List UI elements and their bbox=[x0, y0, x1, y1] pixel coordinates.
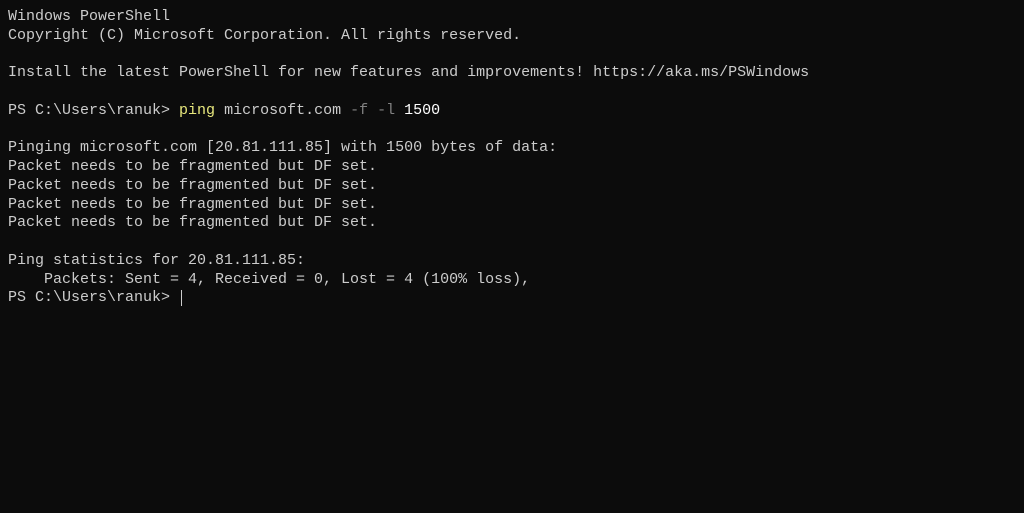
ping-response: Packet needs to be fragmented but DF set… bbox=[8, 177, 1016, 196]
prompt-prefix: PS C:\Users\ranuk> bbox=[8, 289, 179, 306]
cursor-icon bbox=[181, 290, 182, 306]
command-ping: ping bbox=[179, 102, 215, 119]
prompt-prefix: PS C:\Users\ranuk> bbox=[8, 102, 179, 119]
ping-response: Packet needs to be fragmented but DF set… bbox=[8, 158, 1016, 177]
ping-response: Packet needs to be fragmented but DF set… bbox=[8, 214, 1016, 233]
command-prompt-line: PS C:\Users\ranuk> ping microsoft.com -f… bbox=[8, 102, 1016, 121]
command-target: microsoft.com bbox=[224, 102, 341, 119]
current-prompt[interactable]: PS C:\Users\ranuk> bbox=[8, 289, 1016, 308]
blank-line bbox=[8, 46, 1016, 65]
terminal-output[interactable]: Windows PowerShell Copyright (C) Microso… bbox=[8, 8, 1016, 308]
ping-response: Packet needs to be fragmented but DF set… bbox=[8, 196, 1016, 215]
blank-line bbox=[8, 233, 1016, 252]
copyright-line: Copyright (C) Microsoft Corporation. All… bbox=[8, 27, 1016, 46]
blank-line bbox=[8, 121, 1016, 140]
install-message: Install the latest PowerShell for new fe… bbox=[8, 64, 1016, 83]
stats-packets: Packets: Sent = 4, Received = 0, Lost = … bbox=[8, 271, 1016, 290]
command-size: 1500 bbox=[404, 102, 440, 119]
stats-header: Ping statistics for 20.81.111.85: bbox=[8, 252, 1016, 271]
powershell-title: Windows PowerShell bbox=[8, 8, 1016, 27]
command-flags: -f -l bbox=[350, 102, 395, 119]
ping-header: Pinging microsoft.com [20.81.111.85] wit… bbox=[8, 139, 1016, 158]
blank-line bbox=[8, 83, 1016, 102]
